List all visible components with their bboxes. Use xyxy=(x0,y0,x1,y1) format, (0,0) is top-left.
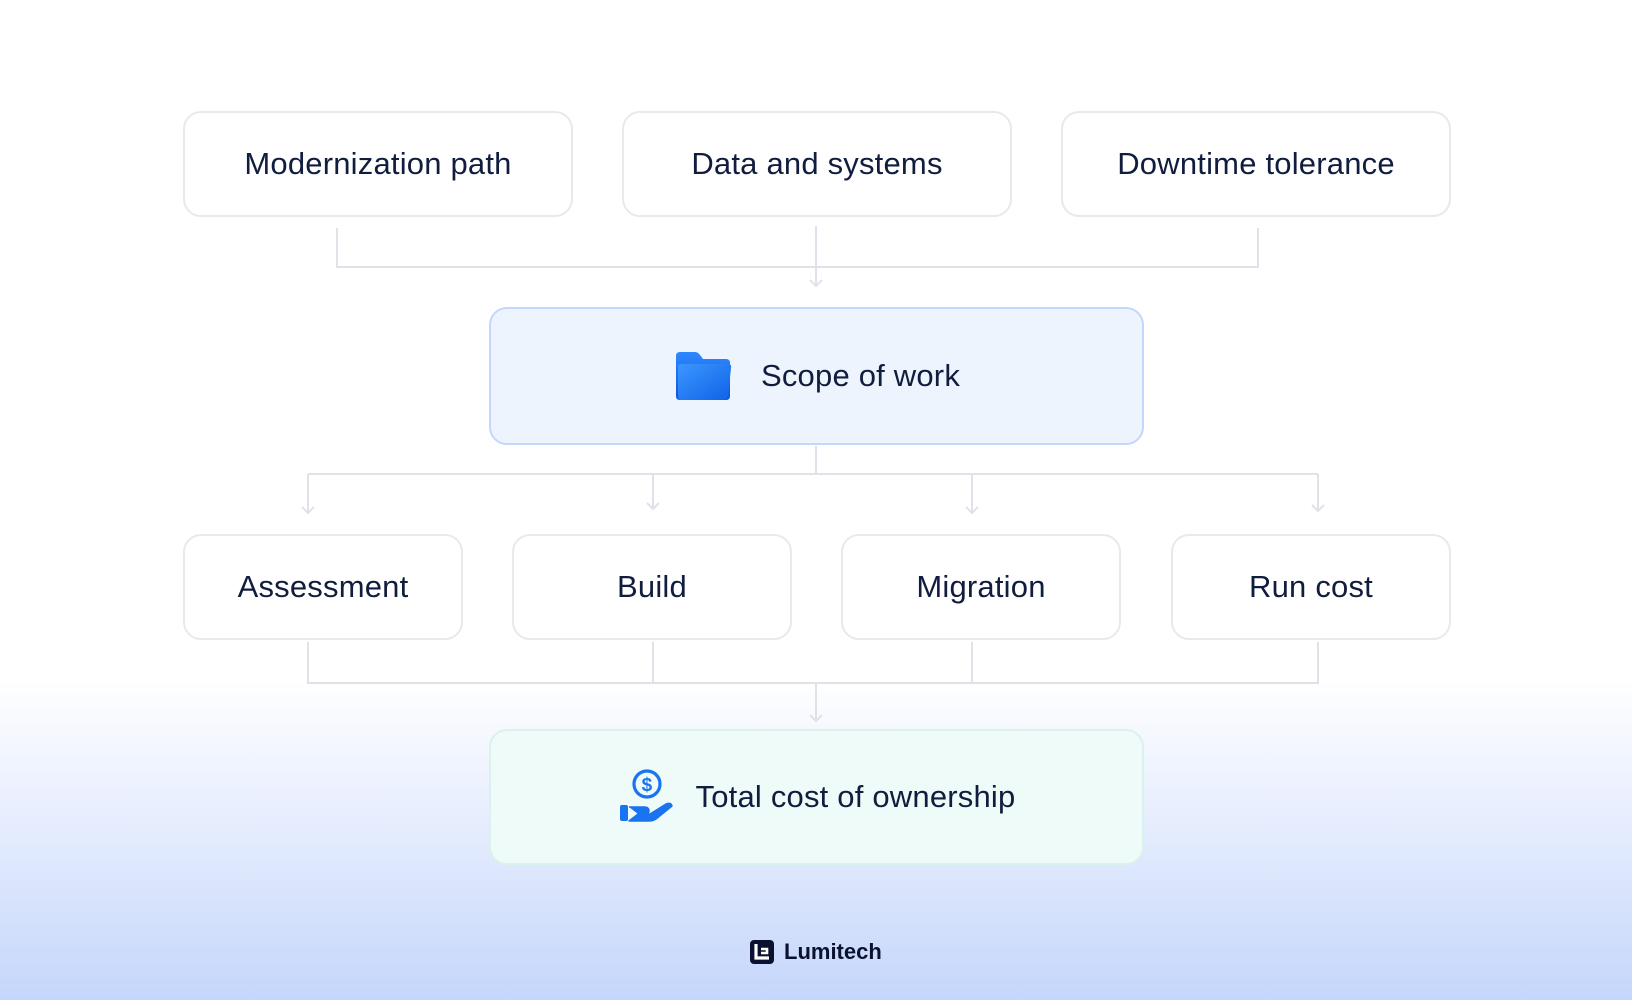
arrowhead-scope xyxy=(809,279,823,288)
lumitech-logo-icon xyxy=(750,940,774,964)
node-label: Assessment xyxy=(237,569,409,604)
node-label: Build xyxy=(617,569,687,604)
brand-name: Lumitech xyxy=(784,939,882,964)
node-label: Data and systems xyxy=(691,146,943,181)
node-migration: Migration xyxy=(841,534,1121,640)
node-label: Downtime tolerance xyxy=(1117,146,1395,181)
node-assessment: Assessment xyxy=(183,534,463,640)
brand: Lumitech xyxy=(750,939,882,965)
arrowhead-runcost xyxy=(1311,504,1325,513)
hand-dollar-icon: $ xyxy=(618,769,674,825)
node-scope-of-work: Scope of work xyxy=(489,307,1144,445)
connector-modernization xyxy=(336,228,816,268)
node-label: Total cost of ownership xyxy=(695,779,1016,814)
arrowhead-build xyxy=(646,502,660,511)
svg-text:$: $ xyxy=(641,775,652,796)
node-label: Scope of work xyxy=(760,358,961,393)
connector-merge-bar xyxy=(307,642,1319,684)
folder-icon xyxy=(673,350,733,402)
arrowhead-assessment xyxy=(301,506,315,515)
node-downtime-tolerance: Downtime tolerance xyxy=(1061,111,1451,217)
connector-downtime xyxy=(816,228,1259,268)
node-total-cost-of-ownership: $ Total cost of ownership xyxy=(489,729,1144,865)
node-modernization-path: Modernization path xyxy=(183,111,573,217)
arrowhead-tco xyxy=(809,714,823,723)
node-data-and-systems: Data and systems xyxy=(622,111,1012,217)
node-run-cost: Run cost xyxy=(1171,534,1451,640)
node-label: Run cost xyxy=(1249,569,1373,604)
node-label: Modernization path xyxy=(244,146,512,181)
node-label: Migration xyxy=(916,569,1046,604)
diagram-canvas: Modernization path Data and systems Down… xyxy=(0,0,1632,1000)
arrowhead-migration xyxy=(965,506,979,515)
node-build: Build xyxy=(512,534,792,640)
